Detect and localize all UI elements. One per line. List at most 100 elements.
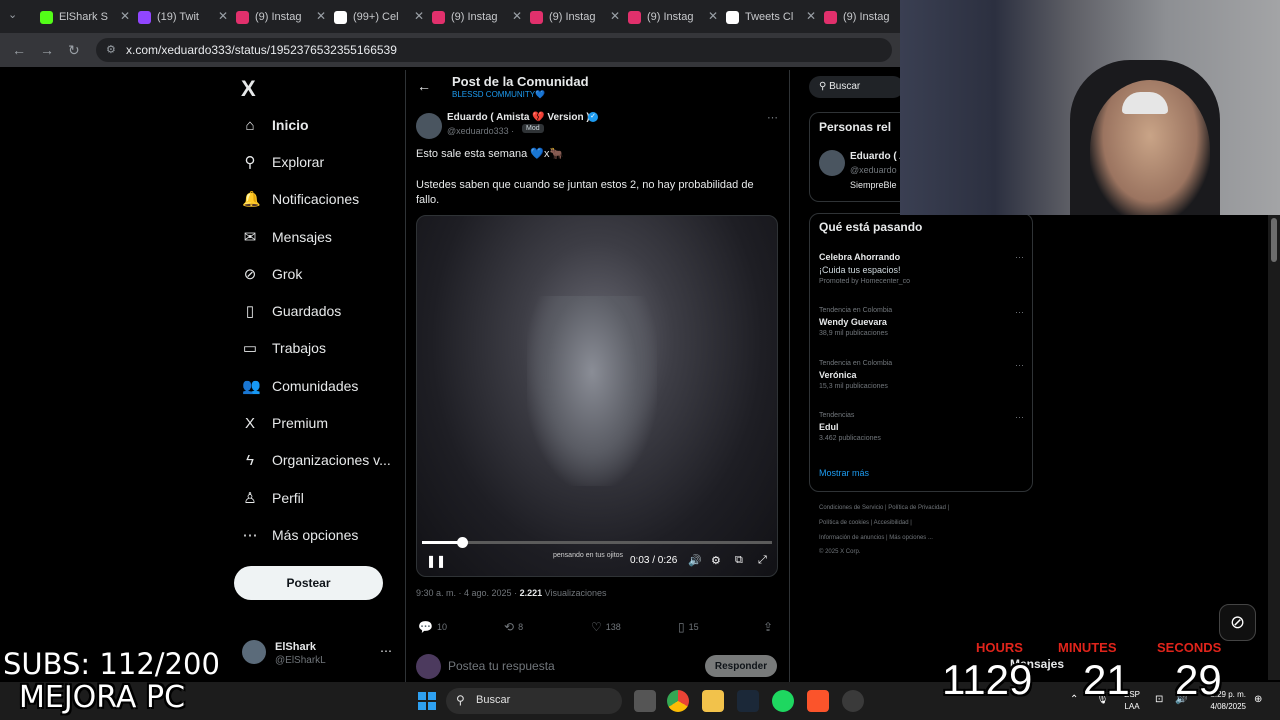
close-icon[interactable]: ✕ (316, 9, 326, 23)
video-time: 0:03 / 0:26 (630, 555, 678, 566)
nav-item-comunidades[interactable]: 👥 Comunidades (242, 372, 358, 400)
browser-tab[interactable]: (9) Instag ✕ (230, 6, 326, 28)
bookmark-action[interactable]: ▯ 15 (678, 620, 699, 634)
like-action[interactable]: ♡ 138 (591, 620, 621, 634)
notifications-icon[interactable]: ⊕ (1254, 694, 1262, 705)
close-icon[interactable]: ✕ (806, 9, 816, 23)
volume-icon[interactable]: 🔊 (688, 554, 702, 567)
browser-tab[interactable]: (9) Instag ✕ (524, 6, 620, 28)
video-player[interactable] (416, 215, 778, 577)
reply-input[interactable]: Postea tu respuesta (448, 659, 555, 673)
repost-action[interactable]: ⟲ 8 (504, 620, 523, 634)
nav-item-premium[interactable]: X Premium (242, 409, 328, 437)
share-action[interactable]: ⇪ (763, 620, 773, 634)
close-icon[interactable]: ✕ (708, 9, 718, 23)
person-name[interactable]: Eduardo ( A (850, 151, 906, 162)
avatar[interactable] (819, 150, 845, 176)
trend-item[interactable]: Celebra Ahorrando ¡Cuida tus espacios! Pro… (819, 252, 1024, 285)
brave-icon[interactable] (807, 690, 829, 712)
video-progress-track[interactable] (422, 541, 772, 544)
file-explorer-icon[interactable] (702, 690, 724, 712)
account-switcher[interactable]: ElShark @ElSharkL ⋯ (242, 640, 392, 670)
fullscreen-icon[interactable]: ⤢ (758, 554, 767, 567)
nav-item-notificaciones[interactable]: 🔔 Notificaciones (242, 185, 359, 213)
nav-item-perfil[interactable]: ♙ Perfil (242, 484, 304, 512)
x-logo[interactable]: X (241, 76, 256, 102)
trend-count: ¡Cuida tus espacios! (819, 265, 901, 275)
browser-tab[interactable]: ElShark S ✕ (34, 6, 130, 28)
nav-item-guardados[interactable]: ▯ Guardados (242, 297, 341, 325)
avatar (242, 640, 266, 664)
back-icon[interactable]: ← (12, 42, 26, 58)
browser-tab[interactable]: (99+) Cel ✕ (328, 6, 424, 28)
show-more-link[interactable]: Mostrar más (819, 468, 869, 478)
grok-icon[interactable]: ⊘ (1219, 604, 1256, 641)
nav-item-inicio[interactable]: ⌂ Inicio (242, 111, 308, 139)
close-icon[interactable]: ✕ (414, 9, 424, 23)
post-timestamp[interactable]: 9:30 a. m. · 4 ago. 2025 · (416, 588, 517, 598)
avatar (416, 654, 441, 679)
nav-item-grok[interactable]: ⊘ Grok (242, 260, 303, 288)
nav-item-explorar[interactable]: ⚲ Explorar (242, 148, 325, 176)
url-field[interactable]: ⚙ x.com/xeduardo333/status/1952376532355… (96, 38, 892, 62)
browser-tab[interactable]: Tweets Cl ✕ (720, 6, 816, 28)
pause-icon[interactable]: ❚❚ (426, 554, 446, 568)
reply-action[interactable]: 💬 10 (418, 620, 447, 634)
community-name[interactable]: BLESSD COMMUNITY💙 (452, 90, 545, 99)
nav-item-más-opciones[interactable]: ⋯ Más opciones (242, 521, 359, 549)
taskbar-search[interactable]: ⚲ Buscar (446, 688, 622, 714)
footer-links[interactable]: Política de cookies | Accesibilidad | (819, 520, 912, 526)
author-name[interactable]: Eduardo ( Amista 💔 Version ) (447, 112, 590, 123)
browser-tab[interactable]: (9) Instag ✕ (622, 6, 718, 28)
chevron-up-icon[interactable]: ⌃ (1070, 694, 1078, 705)
footer-links[interactable]: Condiciones de Servicio | Política de Pr… (819, 505, 949, 511)
reply-button[interactable]: Responder (705, 655, 777, 677)
site-info-icon[interactable]: ⚙ (106, 43, 116, 56)
close-icon[interactable]: ✕ (218, 9, 228, 23)
more-icon[interactable]: ⋯ (1015, 360, 1024, 371)
scrollbar[interactable] (1268, 215, 1280, 680)
steam-icon[interactable] (737, 690, 759, 712)
browser-tab[interactable]: (9) Instag ✕ (426, 6, 522, 28)
close-icon[interactable]: ✕ (610, 9, 620, 23)
more-icon[interactable]: ⋯ (1015, 307, 1024, 318)
subs-goal-overlay: SUBS: 112/200 (3, 647, 220, 681)
post-more-icon[interactable]: ⋯ (767, 111, 778, 124)
trend-item[interactable]: Tendencia en Colombia Verónica 15,3 mil pu… (819, 360, 1024, 390)
tab-title: ElShark S (59, 11, 108, 23)
network-icon[interactable]: ⊡ (1155, 694, 1163, 705)
task-view-icon[interactable] (634, 690, 656, 712)
footer-links[interactable]: Información de anuncios | Más opciones .… (819, 535, 933, 541)
more-icon[interactable]: ⋯ (380, 644, 392, 658)
scrollbar-thumb[interactable] (1271, 218, 1277, 262)
trend-item[interactable]: Tendencia en Colombia Wendy Guevara 38,9 m… (819, 307, 1024, 337)
tab-list-icon[interactable]: ⌄ (8, 8, 17, 21)
nav-item-mensajes[interactable]: ✉ Mensajes (242, 223, 332, 251)
more-icon[interactable]: ⋯ (1015, 412, 1024, 423)
nav-item-organizaciones-v[interactable]: ϟ Organizaciones v... (242, 446, 391, 474)
search-input[interactable]: ⚲ Buscar (809, 76, 904, 98)
search-placeholder: Buscar (829, 81, 861, 92)
back-arrow-icon[interactable]: ← (417, 78, 431, 94)
mod-badge: Mod (522, 124, 544, 133)
windows-start-icon[interactable] (418, 692, 436, 710)
reload-icon[interactable]: ↻ (68, 42, 80, 59)
settings-icon[interactable]: ⚙ (711, 554, 721, 567)
close-icon[interactable]: ✕ (512, 9, 522, 23)
post-button[interactable]: Postear (234, 566, 383, 600)
author-handle[interactable]: @xeduardo333 · (447, 126, 514, 136)
close-icon[interactable]: ✕ (120, 9, 130, 23)
forward-icon[interactable]: → (40, 42, 54, 58)
video-scrubber-handle[interactable] (457, 537, 468, 548)
repost-icon: ⟲ (504, 620, 515, 634)
trend-item[interactable]: Tendencias Edul 3.462 publicaciones ⋯ (819, 412, 1024, 442)
chrome-icon[interactable] (667, 690, 689, 712)
pip-icon[interactable]: ⧉ (735, 554, 743, 567)
spotify-icon[interactable] (772, 690, 794, 712)
nav-item-trabajos[interactable]: ▭ Trabajos (242, 334, 326, 362)
browser-tab[interactable]: (19) Twit ✕ (132, 6, 228, 28)
more-icon[interactable]: ⋯ (1015, 252, 1024, 263)
author-avatar[interactable] (416, 113, 442, 139)
settings-icon[interactable] (842, 690, 864, 712)
trend-context: Tendencias (819, 412, 855, 419)
